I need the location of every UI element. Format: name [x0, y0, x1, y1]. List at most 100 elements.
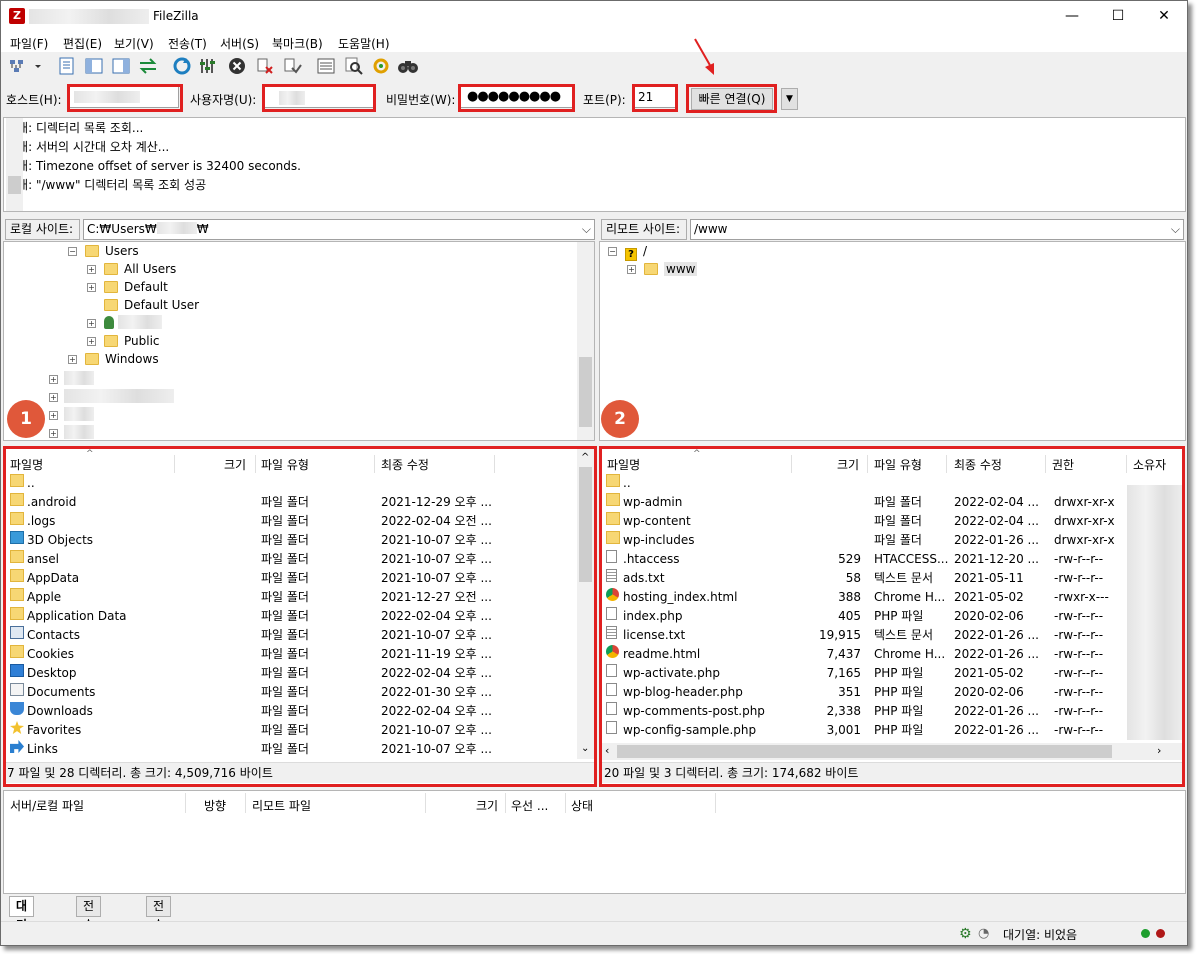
window-title: FileZilla — [153, 9, 199, 23]
minimize-button[interactable]: — — [1049, 1, 1095, 32]
log-scroll-thumb[interactable] — [8, 176, 21, 194]
sync-browse-icon[interactable] — [370, 55, 392, 77]
queue-col-remote[interactable]: 리모트 파일 — [252, 797, 311, 814]
filter-icon[interactable] — [198, 55, 220, 77]
local-site-bar: 로컬 사이트: C:₩Users₩ ₩ ⌵ — [3, 218, 595, 240]
red-arrow-annotation — [694, 38, 714, 75]
quickconnect-bar: 호스트(H): 사용자명(U): 비밀번호(W): ●●●●●●●●● 포트(P… — [1, 82, 1187, 116]
speed-limit-icon[interactable]: ◔ — [978, 926, 989, 941]
title-bar: Z FileZilla — ☐ ✕ — [1, 1, 1187, 32]
toolbar — [1, 38, 1187, 80]
menu-bookmarks[interactable]: 북마크(B) — [272, 35, 323, 52]
local-path-text: C:₩Users₩ — [87, 222, 157, 236]
menu-file[interactable]: 파일(F) — [10, 35, 48, 52]
menu-bar: 파일(F) 편집(E) 보기(V) 전송(T) 서버(S) 북마크(B) 도움말… — [1, 32, 1187, 52]
password-highlight — [458, 84, 575, 112]
menu-help[interactable]: 도움말(H) — [338, 35, 390, 52]
port-label: 포트(P): — [583, 93, 626, 107]
remote-tree: −? / + www — [599, 241, 1186, 441]
toggle-remote-tree-icon[interactable] — [110, 55, 132, 77]
local-tree-scroll-thumb[interactable] — [579, 357, 592, 427]
toggle-local-tree-icon[interactable] — [83, 55, 105, 77]
tree-item-users[interactable]: − Users — [68, 242, 139, 260]
disconnect-icon[interactable] — [254, 55, 276, 77]
tab-queued-files[interactable]: 대기 파일 — [9, 896, 35, 945]
tab-failed-transfers[interactable]: 전송 실패 — [76, 896, 102, 945]
tree-item-drive-redacted[interactable]: + — [49, 406, 94, 424]
toggle-log-icon[interactable] — [56, 55, 78, 77]
menu-edit[interactable]: 편집(E) — [63, 35, 102, 52]
close-button[interactable]: ✕ — [1141, 1, 1187, 32]
status-bar: ⚙ ◔ 대기열: 비었음 — [1, 921, 1187, 945]
remote-path-text: /www — [694, 222, 728, 236]
host-label: 호스트(H): — [6, 93, 62, 107]
tree-item-default-user[interactable]: Default User — [87, 296, 199, 314]
tree-item-root[interactable]: −? / — [608, 242, 647, 261]
queue-col-size[interactable]: 크기 — [476, 797, 498, 814]
queue-col-direction[interactable]: 방향 — [204, 797, 226, 814]
tree-item-drive-redacted[interactable]: + — [49, 388, 174, 406]
port-highlight — [632, 84, 678, 112]
queue-status-text: 대기열: 비었음 — [1003, 928, 1078, 942]
menu-server[interactable]: 서버(S) — [220, 35, 259, 52]
local-tree-scrollbar[interactable] — [577, 242, 594, 440]
log-line: 상태: "/www" 디렉터리 목록 조회 성공 — [6, 178, 207, 192]
tree-item-default[interactable]: + Default — [87, 278, 168, 296]
tree-item-www[interactable]: + www — [627, 260, 698, 278]
chevron-down-icon[interactable]: ⌵ — [582, 220, 591, 239]
host-highlight — [67, 84, 183, 112]
log-line: 상태: Timezone offset of server is 32400 s… — [6, 159, 301, 173]
user-icon — [104, 316, 114, 329]
tree-item-drive-redacted[interactable]: + — [49, 370, 94, 388]
filezilla-window: Z FileZilla — ☐ ✕ 파일(F) 편집(E) 보기(V) 전송(T… — [0, 0, 1188, 946]
menu-view[interactable]: 보기(V) — [114, 35, 154, 52]
tree-item-drive-redacted[interactable]: + — [49, 424, 94, 440]
toggle-queue-icon[interactable] — [137, 55, 159, 77]
log-line: 상태: 서버의 시간대 오차 계산... — [6, 140, 170, 154]
transfer-indicator-green — [1141, 929, 1150, 938]
tree-item-public[interactable]: + Public — [87, 332, 160, 350]
tree-item-all-users[interactable]: + All Users — [87, 260, 176, 278]
local-panel-highlight — [3, 446, 597, 787]
queue-col-priority[interactable]: 우선 ... — [511, 797, 548, 814]
local-path-redacted — [156, 222, 197, 234]
tab-successful-transfers[interactable]: 전송 성공 — [146, 896, 172, 945]
log-line: 상태: 디렉터리 목록 조회... — [6, 121, 144, 135]
username-highlight — [262, 84, 376, 112]
chevron-down-icon[interactable]: ⌵ — [1171, 220, 1180, 239]
tree-item-user-redacted[interactable]: + — [87, 314, 162, 332]
log-scrollbar[interactable] — [6, 118, 23, 211]
local-path-suffix: ₩ — [196, 222, 209, 236]
local-path-input[interactable]: C:₩Users₩ ₩ ⌵ — [83, 219, 595, 240]
remote-path-input[interactable]: /www ⌵ — [690, 219, 1184, 240]
search-icon[interactable] — [343, 55, 365, 77]
directory-listing-icon[interactable] — [315, 55, 337, 77]
transfer-indicator-red — [1156, 929, 1165, 938]
message-log: 상태: 디렉터리 목록 조회... 상태: 서버의 시간대 오차 계산... 상… — [3, 117, 1186, 212]
remote-site-bar: 리모트 사이트: /www ⌵ — [599, 218, 1186, 240]
annotation-badge-1: 1 — [7, 400, 45, 438]
password-label: 비밀번호(W): — [386, 93, 456, 107]
quickconnect-highlight — [686, 84, 777, 113]
annotation-badge-2: 2 — [601, 400, 639, 438]
site-manager-icon[interactable] — [7, 55, 43, 77]
maximize-button[interactable]: ☐ — [1095, 1, 1141, 32]
remote-panel-highlight — [599, 446, 1185, 787]
title-redacted — [29, 9, 149, 24]
gear-icon: ⚙ — [959, 926, 972, 942]
queue-col-file[interactable]: 서버/로컬 파일 — [10, 797, 84, 814]
binoculars-icon[interactable] — [397, 55, 419, 77]
cancel-icon[interactable] — [226, 55, 248, 77]
menu-transfer[interactable]: 전송(T) — [168, 35, 207, 52]
filezilla-logo-icon: Z — [9, 8, 25, 24]
local-tree: − Users + All Users + Default Default User … — [3, 241, 595, 441]
quickconnect-dropdown[interactable]: ▼ — [781, 88, 798, 110]
transfer-queue: 서버/로컬 파일 방향 리모트 파일 크기 우선 ... 상태 — [3, 790, 1186, 894]
refresh-icon[interactable] — [171, 55, 193, 77]
tree-item-windows[interactable]: + Windows — [68, 350, 159, 368]
queue-col-status[interactable]: 상태 — [571, 797, 593, 814]
remote-site-label: 리모트 사이트: — [601, 219, 687, 240]
username-label: 사용자명(U): — [190, 93, 257, 107]
reconnect-icon[interactable] — [281, 55, 303, 77]
local-site-label: 로컬 사이트: — [5, 219, 80, 240]
